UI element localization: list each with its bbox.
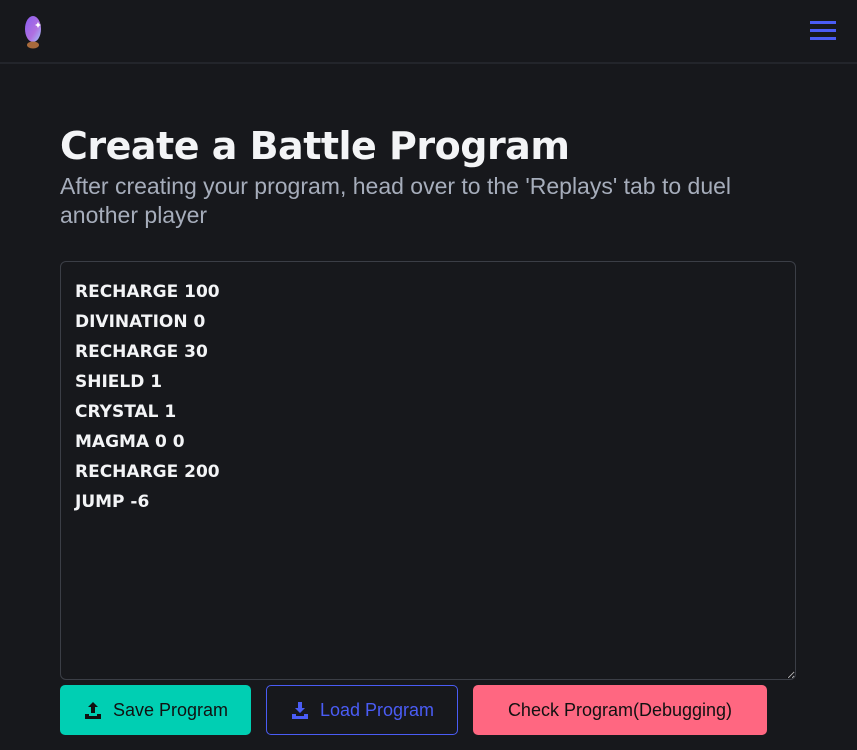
check-program-button[interactable]: Check Program(Debugging) xyxy=(473,685,767,735)
save-program-label: Save Program xyxy=(112,699,229,720)
save-program-button[interactable]: Save Program xyxy=(60,685,251,735)
hamburger-menu-icon[interactable] xyxy=(810,21,836,41)
load-program-label: Load Program xyxy=(319,699,435,720)
load-program-button[interactable]: Load Program xyxy=(266,685,458,735)
download-icon xyxy=(291,702,308,719)
navbar xyxy=(0,0,857,64)
page-subtitle: After creating your program, head over t… xyxy=(60,173,732,228)
crystal-ball-icon[interactable] xyxy=(18,13,48,49)
program-editor[interactable] xyxy=(60,261,796,680)
upload-icon xyxy=(84,702,101,719)
page-title: Create a Battle Program xyxy=(60,124,570,168)
check-program-label: Check Program(Debugging) xyxy=(507,699,733,720)
